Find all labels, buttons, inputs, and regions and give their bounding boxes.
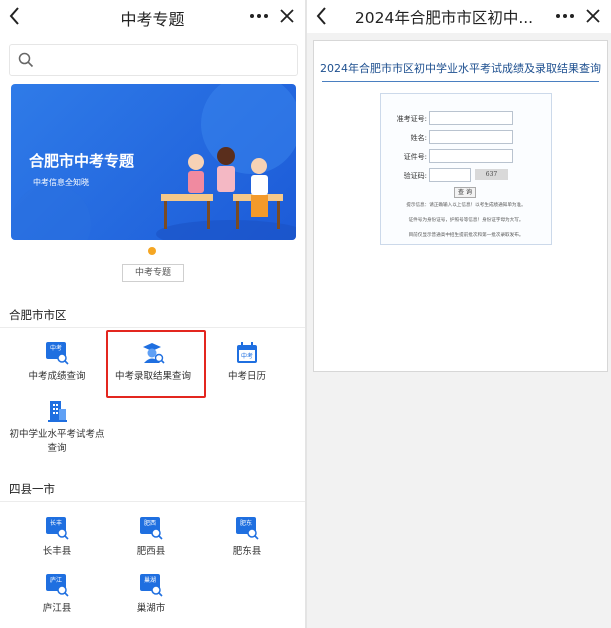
page-title: 2024年合肥市市区初中... [354,9,534,27]
query-form: 准考证号: 姓名: 证件号: 验证码: 637 查 询 提示信息：请正确输入以上… [380,93,552,245]
tile-label: 肥东县 [232,546,262,557]
query-button[interactable]: 查 询 [454,187,476,198]
field-label: 验证码: [403,172,427,180]
search-input[interactable] [9,44,298,76]
divider [0,501,305,502]
banner-title: 合肥市中考专题 [29,152,135,170]
tile-changfeng[interactable]: 长丰 长丰县 [8,516,106,559]
county-search-icon: 肥东 [236,517,259,540]
tile-label: 中考日历 [227,371,266,382]
query-card: 2024年合肥市市区初中学业水平考试成绩及录取结果查询 准考证号: 姓名: 证件… [313,40,608,372]
more-icon[interactable] [554,6,576,26]
close-icon[interactable] [583,6,603,26]
carousel-indicator[interactable] [148,247,156,255]
tile-label: 巢湖市 [136,603,166,614]
tile-exam-site-query[interactable]: 初中学业水平考试考点查询 [8,399,106,456]
county-search-icon: 庐江 [46,574,69,597]
field-label: 证件号: [403,153,427,161]
card-title: 2024年合肥市市区初中学业水平考试成绩及录取结果查询 [320,62,601,75]
left-navbar: 中考专题 [0,0,305,33]
tile-label: 中考成绩查询 [28,371,86,382]
right-navbar: 2024年合肥市市区初中... [307,0,611,33]
county-search-icon: 巢湖 [140,574,163,597]
tile-feixi[interactable]: 肥西 肥西县 [102,516,200,559]
tile-label: 长丰县 [42,546,72,557]
banner-subtitle: 中考信息全知晓 [33,178,89,187]
note-text: 证件号为身份证号，护照号等信息！身份证字母为大写。 [408,218,524,223]
svg-text:庐江: 庐江 [50,576,62,584]
building-icon [48,401,67,422]
tile-exam-calendar[interactable]: 中考 中考日历 [198,341,296,384]
divider [0,327,305,328]
left-pane: 中考专题 合肥市中考专题 中考信息全知晓 中考专题 合肥市市区 中考 中考成绩查… [0,0,305,628]
svg-text:肥东: 肥东 [240,519,252,527]
tile-label: 庐江县 [42,603,72,614]
back-icon[interactable] [313,4,331,28]
banner[interactable]: 合肥市中考专题 中考信息全知晓 [11,84,296,240]
field-label: 姓名: [410,134,427,142]
search-icon [18,52,34,68]
more-icon[interactable] [248,6,270,26]
close-icon[interactable] [277,6,297,26]
tile-label: 初中学业水平考试考点查询 [9,429,105,454]
highlight-box [106,330,206,398]
tile-chaohu[interactable]: 巢湖 巢湖市 [102,573,200,616]
tile-lujiang[interactable]: 庐江 庐江县 [8,573,106,616]
section-title-urban: 合肥市市区 [9,308,67,322]
field-label: 准考证号: [396,115,427,123]
tile-label: 肥西县 [136,546,166,557]
form-row-captcha: 验证码: 637 [381,168,551,182]
tile-score-query[interactable]: 中考 中考成绩查询 [8,341,106,384]
form-row-name: 姓名: [381,130,551,144]
card-divider [322,81,599,82]
svg-text:中考: 中考 [50,344,62,352]
calendar-icon: 中考 [237,342,257,363]
svg-text:中考: 中考 [241,352,253,360]
right-pane: 2024年合肥市市区初中... 2024年合肥市市区初中学业水平考试成绩及录取结… [307,0,611,628]
captcha-image[interactable]: 637 [475,169,508,180]
score-query-icon: 中考 [46,342,69,365]
topic-tag[interactable]: 中考专题 [122,264,184,282]
svg-text:肥西: 肥西 [144,520,156,527]
section-title-counties: 四县一市 [9,482,55,496]
name-input[interactable] [429,130,513,144]
note-text: 目前仅显示普通高中招生提前批次和第一批次录取发布。 [408,233,524,238]
svg-text:长丰: 长丰 [50,519,62,527]
exam-number-input[interactable] [429,111,513,125]
captcha-input[interactable] [429,168,471,182]
county-search-icon: 肥西 [140,517,163,540]
tile-feidong[interactable]: 肥东 肥东县 [198,516,296,559]
note-text: 提示信息：请正确输入以上信息！以考生成绩通知单为准。 [406,203,526,208]
id-number-input[interactable] [429,149,513,163]
county-search-icon: 长丰 [46,517,69,540]
form-row-exam-number: 准考证号: [381,111,551,125]
form-row-id-number: 证件号: [381,149,551,163]
svg-text:巢湖: 巢湖 [144,576,156,584]
